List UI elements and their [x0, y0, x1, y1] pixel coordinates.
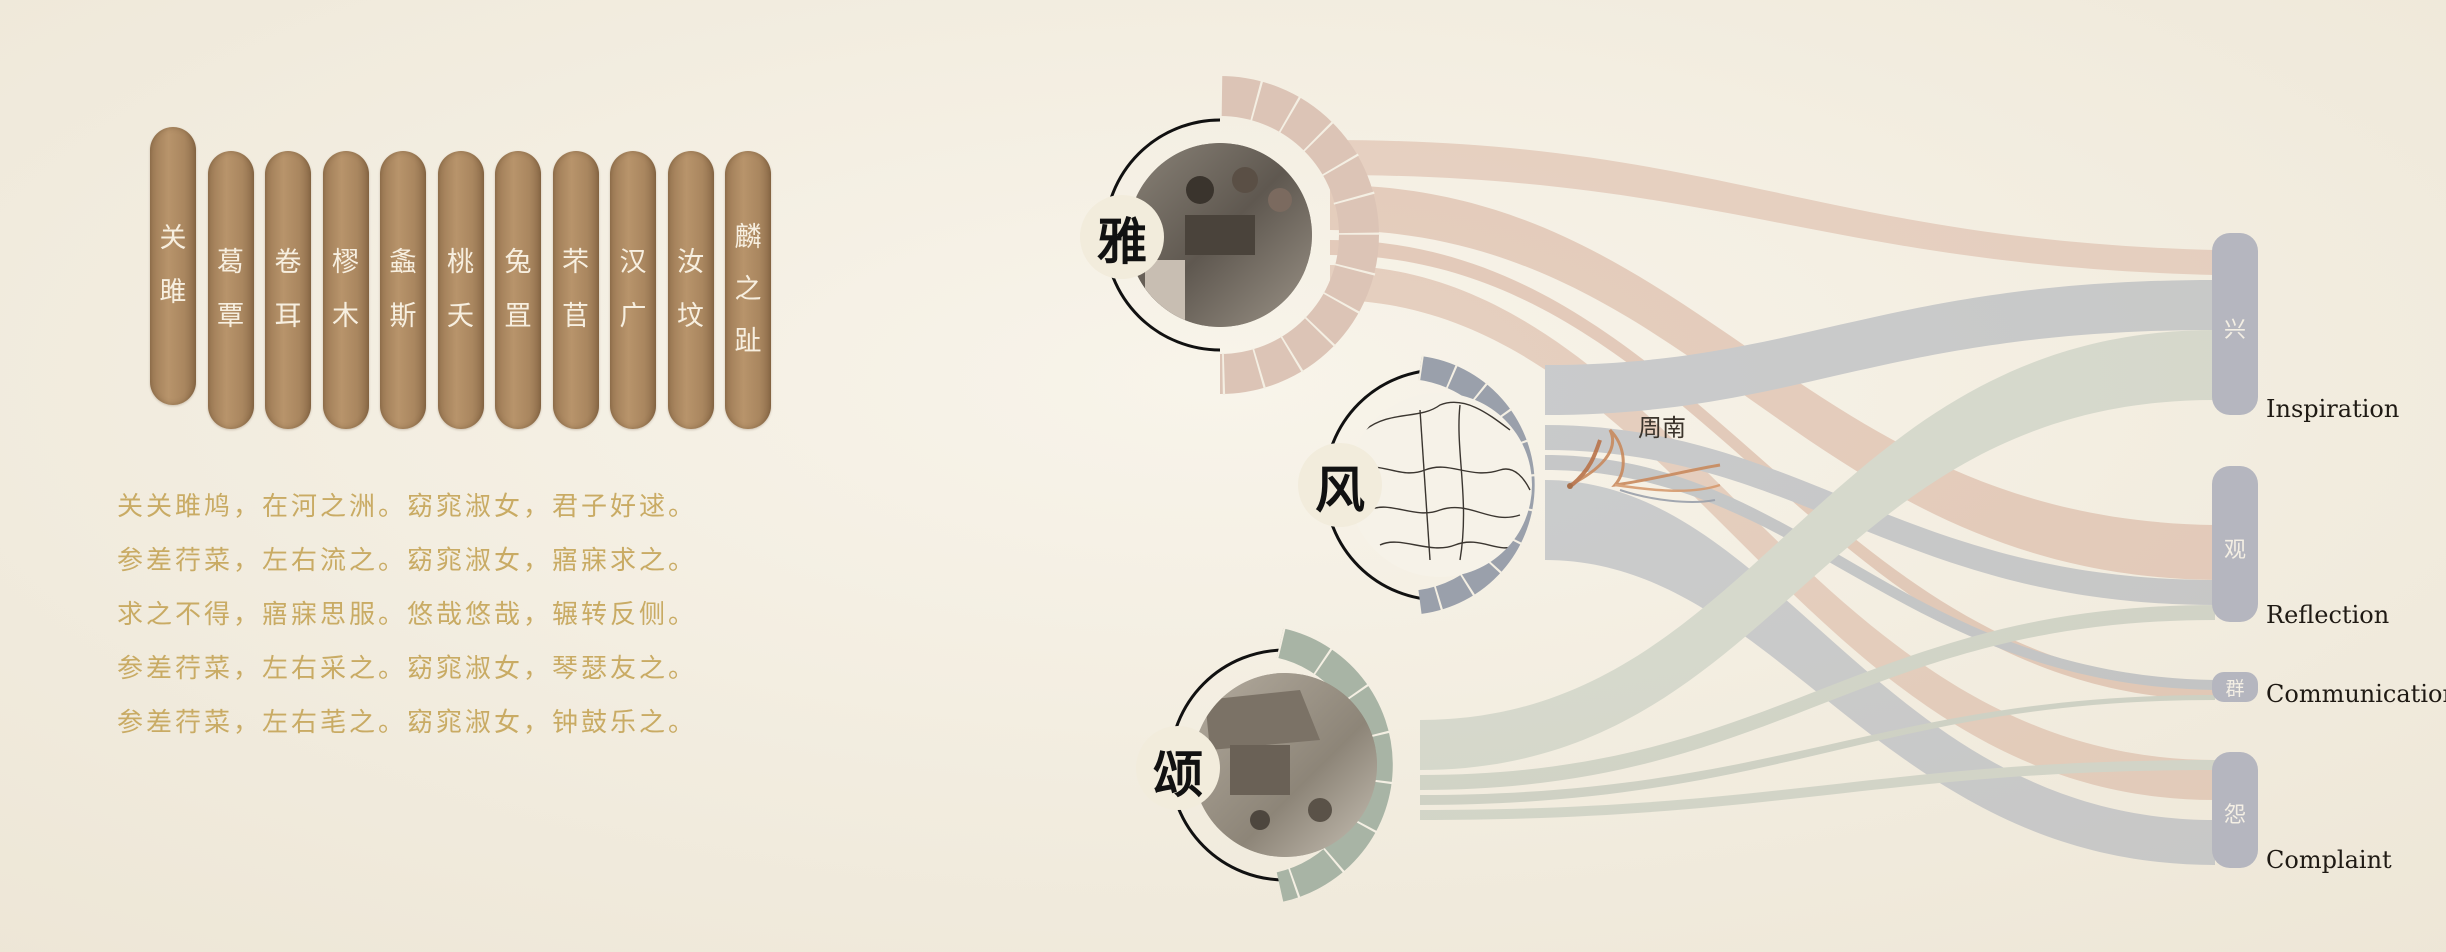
- label-inspiration: Inspiration: [2266, 395, 2400, 423]
- label-communication: Communication: [2266, 680, 2446, 708]
- node-qun-char: 群: [2225, 678, 2245, 700]
- node-guan-char: 观: [2223, 538, 2246, 563]
- ya-label: 雅: [1097, 212, 1147, 271]
- node-yuan-char: 怨: [2223, 803, 2246, 828]
- node-xing-char: 兴: [2223, 318, 2246, 343]
- feng-label: 风: [1315, 460, 1365, 519]
- song-painting-image: [1193, 673, 1377, 857]
- region-label: 周南: [1638, 414, 1686, 442]
- sankey-diagram: [1080, 75, 2258, 903]
- label-complaint: Complaint: [2266, 846, 2392, 874]
- song-label: 颂: [1153, 745, 1203, 804]
- label-reflection: Reflection: [2266, 601, 2390, 629]
